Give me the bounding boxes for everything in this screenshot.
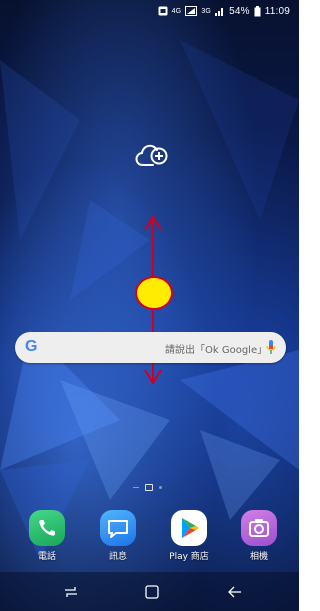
home-page-indicator-icon bbox=[145, 484, 153, 491]
message-icon bbox=[100, 510, 136, 546]
app-play-store[interactable]: Play 商店 bbox=[159, 510, 219, 562]
search-hint: 請說出「Ok Google」 bbox=[165, 345, 268, 356]
signal-bars-icon bbox=[215, 6, 225, 16]
navigation-bar bbox=[0, 572, 299, 611]
page-indicator-dot bbox=[159, 486, 162, 489]
google-search-bar[interactable]: G 請說出「Ok Google」 bbox=[15, 332, 286, 363]
app-dock: 電話 訊息 Play 商店 相機 bbox=[0, 510, 299, 568]
page-indicator bbox=[133, 484, 162, 491]
network-4g-label: 4G bbox=[171, 7, 182, 15]
recent-apps-icon[interactable] bbox=[62, 584, 80, 600]
clock: 11:09 bbox=[264, 5, 290, 17]
play-store-icon bbox=[171, 510, 207, 546]
app-phone[interactable]: 電話 bbox=[17, 510, 77, 562]
page-indicator-line bbox=[133, 487, 139, 488]
cloud-add-icon[interactable] bbox=[135, 143, 169, 169]
app-label: Play 商店 bbox=[169, 552, 209, 562]
network-3g-label: 3G bbox=[201, 7, 212, 15]
home-icon[interactable] bbox=[143, 584, 161, 600]
battery-percent: 54% bbox=[229, 5, 250, 17]
status-bar: 4G 3G 54% 11:09 bbox=[0, 0, 299, 22]
google-logo: G bbox=[25, 338, 38, 355]
back-icon[interactable] bbox=[226, 584, 244, 600]
app-messages[interactable]: 訊息 bbox=[88, 510, 148, 562]
phone-icon bbox=[29, 510, 65, 546]
app-label: 電話 bbox=[37, 552, 56, 562]
app-label: 訊息 bbox=[108, 552, 127, 562]
home-screen: 4G 3G 54% 11:09 G 請說出「Ok Google」 電話 訊息 P… bbox=[0, 0, 299, 611]
app-label: 相機 bbox=[249, 552, 268, 562]
camera-icon bbox=[241, 510, 277, 546]
drag-dot-marker bbox=[135, 276, 173, 310]
app-camera[interactable]: 相機 bbox=[229, 510, 289, 562]
battery-icon bbox=[254, 5, 261, 17]
notification-icon bbox=[158, 6, 168, 16]
signal-icon bbox=[185, 6, 198, 16]
mic-icon[interactable] bbox=[266, 340, 276, 355]
